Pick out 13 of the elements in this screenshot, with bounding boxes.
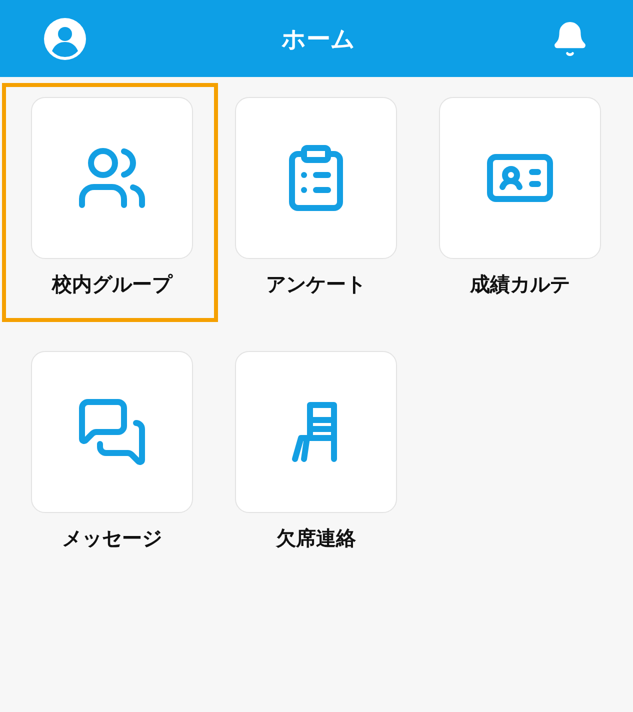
menu-label: 欠席連絡 bbox=[276, 526, 356, 550]
menu-tile[interactable] bbox=[235, 97, 397, 259]
menu-label: アンケート bbox=[266, 272, 366, 296]
menu-tile[interactable] bbox=[31, 351, 193, 513]
header-title: ホーム bbox=[282, 24, 356, 54]
menu-label: 校内グループ bbox=[52, 272, 172, 296]
chat-bubbles-icon bbox=[76, 396, 148, 468]
menu-label: メッセージ bbox=[62, 526, 162, 550]
menu-tile[interactable] bbox=[235, 351, 397, 513]
menu-tile[interactable] bbox=[31, 97, 193, 259]
avatar-icon[interactable] bbox=[44, 18, 86, 60]
menu-label: 成績カルテ bbox=[470, 272, 570, 296]
menu-tile[interactable] bbox=[439, 97, 601, 259]
